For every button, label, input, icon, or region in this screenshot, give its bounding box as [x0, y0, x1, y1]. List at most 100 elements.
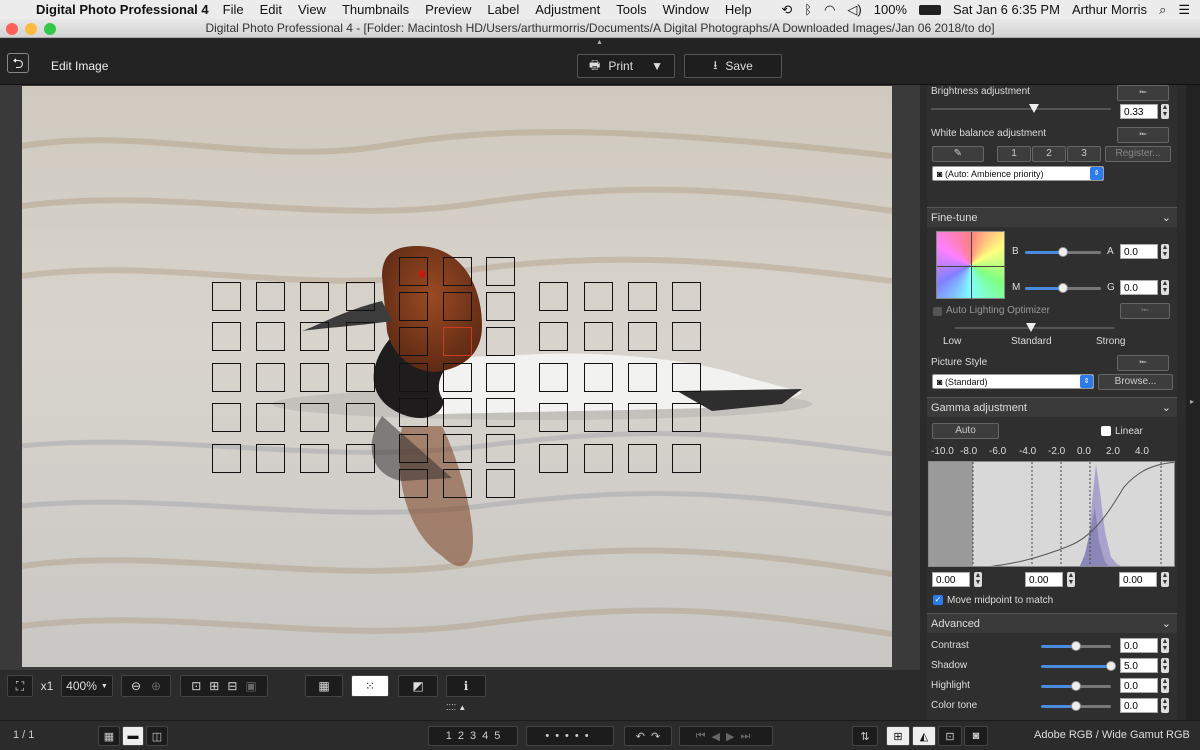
linear-checkbox[interactable] — [1101, 426, 1111, 436]
wb-slot-2[interactable]: 2 — [1032, 146, 1066, 162]
print-button[interactable]: 🖶 Print ▼ — [577, 54, 675, 78]
advanced-header[interactable]: Advanced ⌄ — [927, 613, 1177, 633]
brightness-value[interactable]: 0.33 — [1120, 104, 1158, 119]
color-wheel-picker[interactable] — [936, 231, 1006, 300]
menu-file[interactable]: File — [223, 2, 244, 17]
app-menu[interactable]: Digital Photo Professional 4 — [36, 2, 209, 17]
highlight-warning-button[interactable]: ◩ — [398, 675, 438, 697]
nav-last-icon[interactable]: ⏭ — [740, 730, 756, 743]
menu-tools[interactable]: Tools — [616, 2, 646, 17]
mg-value[interactable]: 0.0 — [1120, 280, 1158, 295]
gamma-auto-button[interactable]: Auto — [932, 423, 999, 439]
advanced-value[interactable]: 5.0 — [1120, 658, 1158, 673]
advanced-spinner[interactable]: ▲ ▼ — [1161, 658, 1169, 673]
panel-view-button[interactable]: ◫ — [146, 726, 168, 746]
check-mark-2-button[interactable]: 2 — [458, 730, 464, 742]
save-button[interactable]: ⭳ Save — [684, 54, 782, 78]
check-mark-4-button[interactable]: 4 — [482, 730, 488, 742]
check-mark-3-button[interactable]: 3 — [470, 730, 476, 742]
grid-overlay-button[interactable]: ▦ — [305, 675, 343, 697]
single-view-button[interactable]: ▬ — [122, 726, 144, 746]
nav-prev-icon[interactable]: ◀ — [712, 730, 726, 743]
finetune-header[interactable]: Fine-tune ⌄ — [927, 207, 1177, 227]
clock[interactable]: Sat Jan 6 6:35 PM — [953, 2, 1060, 17]
eyedropper-button[interactable]: ✎ — [932, 146, 984, 162]
mg-slider-knob[interactable] — [1058, 283, 1068, 293]
advanced-value[interactable]: 0.0 — [1120, 678, 1158, 693]
chevron-down-icon[interactable]: ▼ — [651, 59, 663, 73]
histogram-button[interactable]: ◭ — [912, 726, 936, 746]
fit-screen-button[interactable]: ⛶ — [7, 675, 33, 697]
advanced-spinner[interactable]: ▲ ▼ — [1161, 678, 1169, 693]
rotate-left-icon[interactable]: ↶ — [636, 730, 645, 743]
list-icon[interactable]: ☰ — [1178, 2, 1190, 18]
mg-spinner[interactable]: ▲ ▼ — [1161, 280, 1169, 295]
register-button[interactable]: Register... — [1105, 146, 1171, 162]
ba-slider-knob[interactable] — [1058, 247, 1068, 257]
star-rating[interactable]: ••••• — [526, 726, 614, 746]
af-point-icon[interactable]: ⊡ — [191, 679, 201, 693]
search-icon[interactable]: ⌕ — [1159, 2, 1166, 18]
zoom-window-icon[interactable] — [44, 23, 56, 35]
nav-first-icon[interactable]: ⏮ — [696, 730, 712, 743]
battery-percent[interactable]: 100% — [874, 2, 907, 17]
filmstrip-toggle-icon[interactable]: ⁚⁚⁚⁚ ▲ — [446, 703, 466, 712]
zoom-in-icon[interactable]: ⊕ — [151, 679, 161, 693]
close-window-icon[interactable] — [6, 23, 18, 35]
camera-button[interactable]: ◙ — [964, 726, 988, 746]
mg-slider-track[interactable] — [1063, 287, 1101, 290]
ba-value[interactable]: 0.0 — [1120, 244, 1158, 259]
info-button[interactable]: ℹ — [446, 675, 486, 697]
menu-preview[interactable]: Preview — [425, 2, 471, 17]
image-viewer[interactable] — [0, 85, 920, 670]
advanced-slider-knob[interactable] — [1106, 661, 1116, 671]
advanced-slider-track[interactable] — [1076, 705, 1111, 708]
collapse-chevron-icon[interactable]: ⌄ — [1162, 614, 1171, 634]
brightness-slider-knob[interactable] — [1029, 104, 1039, 113]
alo-checkbox[interactable] — [933, 307, 942, 316]
back-button[interactable]: ⮌ — [7, 53, 29, 73]
user-name[interactable]: Arthur Morris — [1072, 2, 1147, 17]
advanced-spinner[interactable]: ▲ ▼ — [1161, 638, 1169, 653]
advanced-spinner[interactable]: ▲ ▼ — [1161, 698, 1169, 713]
brightness-spinner[interactable]: ▲ ▼ — [1161, 104, 1169, 119]
picture-style-select[interactable]: ◙ (Standard) ⇕ — [932, 374, 1094, 389]
brightness-slider[interactable] — [931, 108, 1111, 110]
zoom-out-icon[interactable]: ⊖ — [131, 679, 141, 693]
grid-split-icon[interactable]: ⊞ — [209, 679, 219, 693]
af-points-toggle[interactable]: ⁙ — [351, 675, 389, 697]
gamma-mid-spinner[interactable]: ▲ ▼ — [1067, 572, 1075, 587]
wifi-icon[interactable]: ◠ — [824, 2, 835, 18]
alo-reset-button[interactable]: ⭰ — [1120, 303, 1170, 319]
menu-help[interactable]: Help — [725, 2, 752, 17]
menu-thumbnails[interactable]: Thumbnails — [342, 2, 409, 17]
gamma-black-value[interactable]: 0.00 — [932, 572, 970, 587]
crop-button[interactable]: ⊡ — [938, 726, 962, 746]
gamma-mid-value[interactable]: 0.00 — [1025, 572, 1063, 587]
wb-slot-1[interactable]: 1 — [997, 146, 1031, 162]
menu-label[interactable]: Label — [487, 2, 519, 17]
advanced-slider-track[interactable] — [1076, 685, 1111, 688]
white-balance-reset-button[interactable]: ⭰ — [1117, 127, 1169, 143]
menu-edit[interactable]: Edit — [260, 2, 282, 17]
midpoint-checkbox[interactable]: ✓ — [933, 595, 943, 605]
collapse-toolbar-icon[interactable]: ▲ — [596, 39, 603, 46]
alo-slider-knob[interactable] — [1026, 323, 1036, 332]
advanced-slider-knob[interactable] — [1071, 701, 1081, 711]
ba-spinner[interactable]: ▲ ▼ — [1161, 244, 1169, 259]
check-mark-5-button[interactable]: 5 — [494, 730, 500, 742]
zoom-select[interactable]: 400% ▼ — [61, 675, 113, 697]
advanced-slider-knob[interactable] — [1071, 681, 1081, 691]
advanced-value[interactable]: 0.0 — [1120, 698, 1158, 713]
advanced-value[interactable]: 0.0 — [1120, 638, 1158, 653]
bluetooth-icon[interactable]: ᛒ — [804, 2, 812, 17]
menu-view[interactable]: View — [298, 2, 326, 17]
photo-canvasback-duck[interactable] — [22, 86, 892, 667]
white-balance-select[interactable]: ◙ (Auto: Ambience priority) ⇕ — [932, 166, 1104, 181]
overlay-icon[interactable]: ▣ — [245, 679, 256, 693]
check-mark-1-button[interactable]: 1 — [446, 730, 452, 742]
menu-window[interactable]: Window — [663, 2, 709, 17]
picture-style-reset-button[interactable]: ⭰ — [1117, 355, 1169, 371]
wb-slot-3[interactable]: 3 — [1067, 146, 1101, 162]
expand-arrow-icon[interactable]: ▸ — [1190, 397, 1194, 406]
